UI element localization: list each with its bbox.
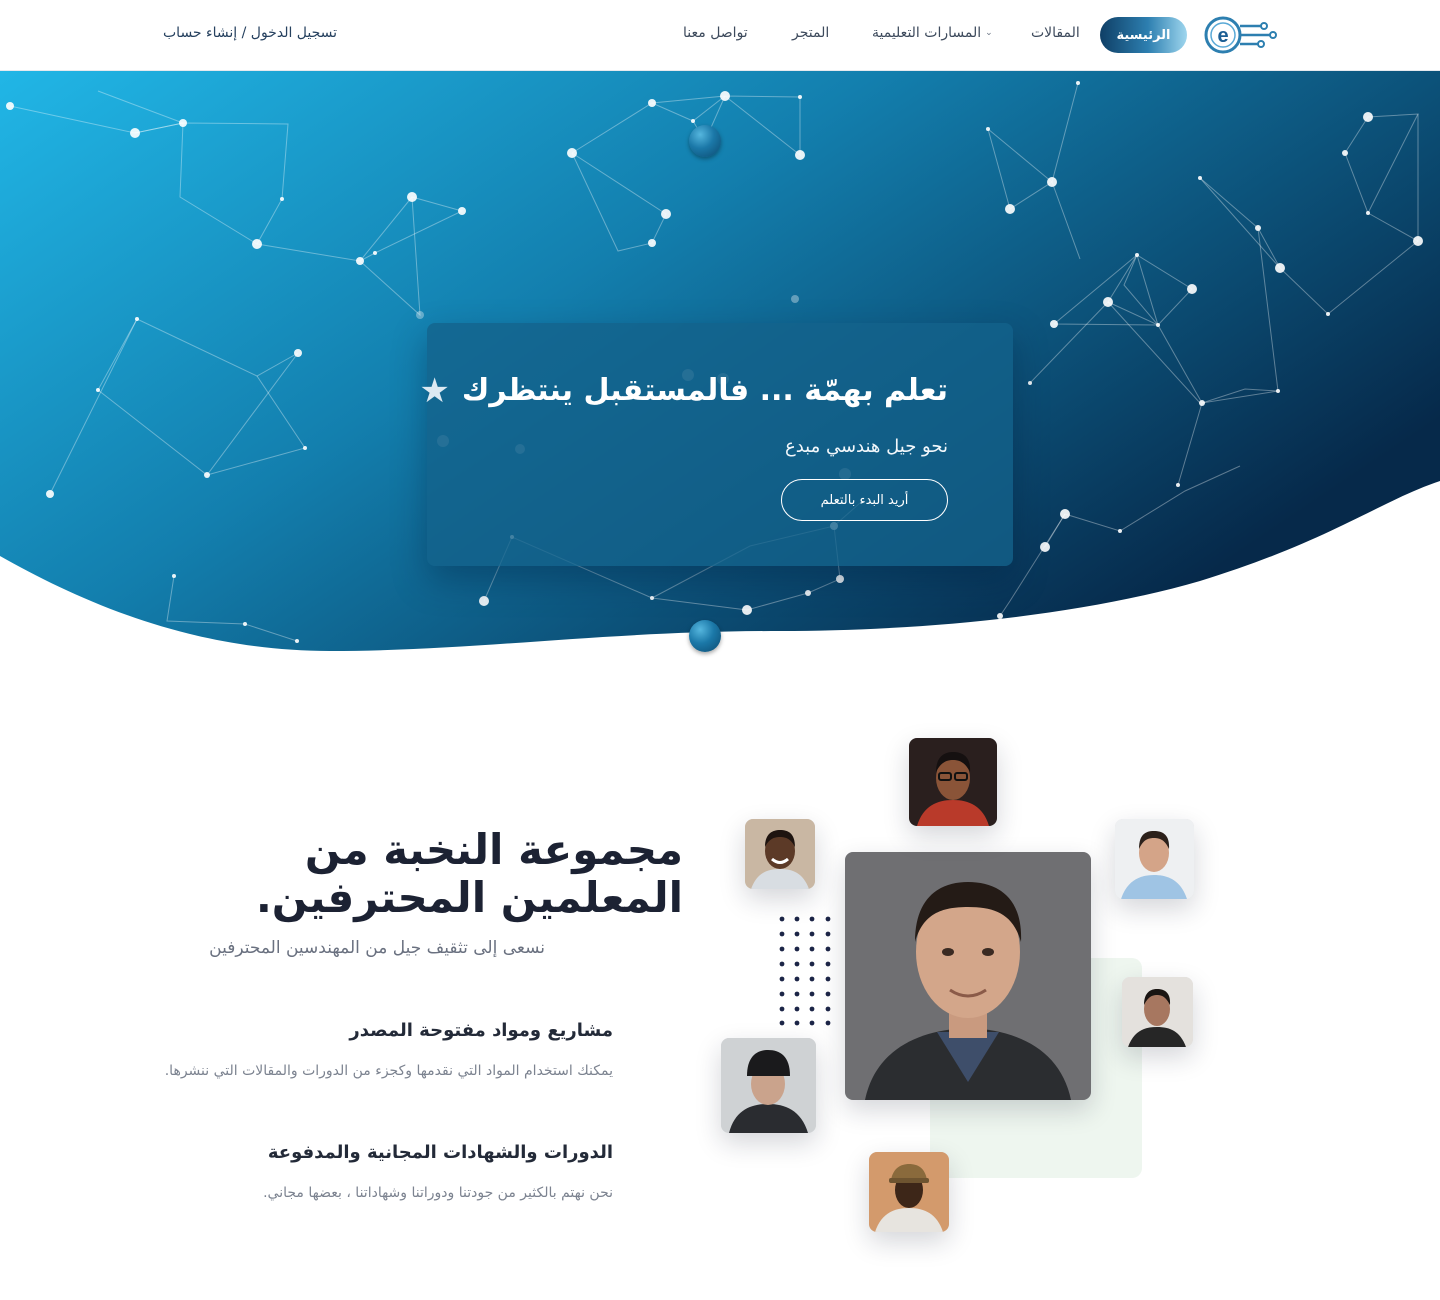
nav-learning-paths-dropdown[interactable]: المسارات التعليمية ⌄ bbox=[872, 25, 993, 41]
star-icon: ★ bbox=[419, 370, 450, 411]
feature-title: مشاريع ومواد مفتوحة المصدر bbox=[349, 1020, 613, 1041]
hero-title-text: تعلم بهمّة ... فالمستقبل ينتظرك bbox=[461, 373, 948, 408]
section-subtitle: نسعى إلى تثقيف جيل من المهندسين المحترفي… bbox=[209, 938, 545, 958]
feature-description: نحن نهتم بالكثير من جودتنا ودوراتنا وشها… bbox=[263, 1185, 613, 1201]
feature-description: يمكنك استخدام المواد التي نقدمها وكجزء م… bbox=[164, 1063, 613, 1079]
teacher-avatar bbox=[1122, 977, 1193, 1047]
hero-decor-dot bbox=[689, 620, 721, 652]
section-title-line1: مجموعة النخبة من bbox=[304, 825, 683, 874]
nav-home-button[interactable]: الرئيسية bbox=[1100, 17, 1187, 53]
dot-grid-decor bbox=[779, 916, 831, 1026]
section-title-line2: المعلمين المحترفين. bbox=[255, 873, 683, 922]
site-logo[interactable]: e bbox=[1200, 12, 1280, 58]
login-register-link[interactable]: تسجيل الدخول / إنشاء حساب bbox=[163, 25, 337, 41]
nav-store-link[interactable]: المتجر bbox=[792, 25, 829, 41]
section-title: مجموعة النخبة من المعلمين المحترفين. bbox=[163, 826, 683, 922]
featured-teacher-photo bbox=[845, 852, 1091, 1100]
nav-articles-link[interactable]: المقالات bbox=[1031, 25, 1080, 41]
teacher-avatar bbox=[721, 1038, 816, 1133]
start-learning-button[interactable]: أريد البدء بالتعلم bbox=[781, 479, 948, 521]
logo-icon: e bbox=[1204, 16, 1277, 54]
top-navbar: e الرئيسية المقالات المسارات التعليمية ⌄… bbox=[0, 0, 1440, 71]
teacher-avatar bbox=[909, 738, 997, 826]
teacher-avatar bbox=[1115, 819, 1194, 899]
hero-card: تعلم بهمّة ... فالمستقبل ينتظرك ★ نحو جي… bbox=[419, 323, 1013, 566]
teacher-avatar bbox=[745, 819, 815, 889]
hero-title: تعلم بهمّة ... فالمستقبل ينتظرك ★ bbox=[419, 373, 948, 408]
nav-learning-paths-label: المسارات التعليمية bbox=[872, 25, 982, 41]
nav-contact-link[interactable]: تواصل معنا bbox=[683, 25, 748, 41]
feature-title: الدورات والشهادات المجانية والمدفوعة bbox=[267, 1142, 613, 1163]
hero-decor-dot bbox=[689, 125, 721, 157]
chevron-down-icon: ⌄ bbox=[985, 28, 993, 38]
logo-letter: e bbox=[1217, 25, 1228, 47]
teacher-avatar bbox=[869, 1152, 949, 1232]
hero-subtitle: نحو جيل هندسي مبدع bbox=[784, 436, 948, 457]
hero-section: تعلم بهمّة ... فالمستقبل ينتظرك ★ نحو جي… bbox=[0, 71, 1440, 681]
